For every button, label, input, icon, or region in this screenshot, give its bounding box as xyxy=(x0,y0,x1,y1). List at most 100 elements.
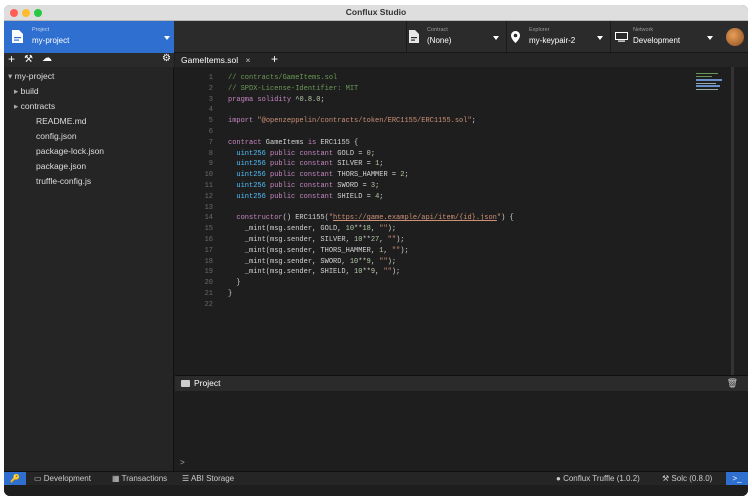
tree-item[interactable]: package.json xyxy=(36,161,86,171)
code-line: _mint(msg.sender, GOLD, 10**18, ""); xyxy=(228,225,397,234)
explorer-label: Explorer xyxy=(529,27,550,33)
network-selector[interactable]: Network Development xyxy=(610,21,718,53)
tree-item[interactable]: ▾ my-project xyxy=(8,71,54,82)
line-number: 10 xyxy=(204,171,213,180)
line-number: 20 xyxy=(204,279,213,288)
development-status[interactable]: ▭ Development xyxy=(34,474,91,483)
code-line: uint256 public constant THORS_HAMMER = 2… xyxy=(236,171,409,180)
code-line: uint256 public constant SILVER = 1; xyxy=(236,160,384,169)
terminal-panel[interactable]: > xyxy=(175,391,748,471)
tree-item-label: package.json xyxy=(36,161,87,171)
file-icon xyxy=(409,30,419,43)
user-avatar[interactable] xyxy=(726,28,744,46)
tree-item-label: contracts xyxy=(20,101,56,111)
code-line: uint256 public constant SHIELD = 4; xyxy=(236,192,384,201)
contract-label: Contract xyxy=(427,27,448,33)
status-bar: 🔑 ▭ Development ▦ Transactions ☰ ABI Sto… xyxy=(4,471,748,486)
code-line: _mint(msg.sender, SILVER, 10**27, ""); xyxy=(228,236,405,244)
cloud-icon[interactable]: ☁ xyxy=(42,53,52,64)
solc-version[interactable]: ⚒ Solc (0.8.0) xyxy=(662,474,712,483)
line-number: 3 xyxy=(208,95,213,104)
network-value: Development xyxy=(633,36,681,45)
code-line: uint256 public constant SWORD = 3; xyxy=(236,182,380,190)
line-number: 12 xyxy=(204,192,213,201)
new-tab-button[interactable]: + xyxy=(271,52,278,66)
editor-scrollbar[interactable] xyxy=(731,67,734,375)
title-bar: Conflux Studio xyxy=(4,5,748,21)
line-number: 9 xyxy=(208,160,213,169)
line-number: 16 xyxy=(204,236,213,244)
sidebar-toolbar: + ⚒ ☁ ⚙ xyxy=(4,53,174,67)
tree-item[interactable]: ▸ contracts xyxy=(14,101,55,112)
chevron-right-icon: ▸ xyxy=(14,101,21,111)
tree-item[interactable]: README.md xyxy=(36,116,87,126)
hammer-icon[interactable]: ⚒ xyxy=(24,54,33,65)
line-number: 8 xyxy=(208,149,213,158)
tree-item[interactable]: package-lock.json xyxy=(36,146,104,156)
chevron-down-icon xyxy=(493,36,499,40)
close-icon[interactable]: × xyxy=(246,55,251,65)
chevron-down-icon xyxy=(597,36,603,40)
line-number: 6 xyxy=(208,128,213,136)
monitor-icon: ▭ xyxy=(34,474,44,483)
chevron-right-icon: ▸ xyxy=(14,86,21,96)
tree-item[interactable]: truffle-config.js xyxy=(36,176,91,186)
add-file-icon[interactable]: + xyxy=(8,53,15,66)
code-line: // SPDX-License-Identifier: MIT xyxy=(228,84,359,93)
chevron-down-icon: ▾ xyxy=(8,71,15,81)
panel-title[interactable]: Project xyxy=(194,378,220,388)
explorer-selector[interactable]: Explorer my-keypair-2 xyxy=(506,21,608,53)
terminal-button[interactable]: >_ xyxy=(726,472,748,486)
location-pin-icon xyxy=(511,31,520,43)
code-line: // contracts/GameItems.sol xyxy=(228,74,338,82)
contract-value: (None) xyxy=(427,36,452,45)
truffle-version[interactable]: ● Conflux Truffle (1.0.2) xyxy=(556,474,640,483)
line-number: 4 xyxy=(208,106,213,115)
abi-storage-button[interactable]: ☰ ABI Storage xyxy=(182,474,234,483)
code-line: _mint(msg.sender, THORS_HAMMER, 1, ""); xyxy=(228,246,409,255)
folder-icon xyxy=(181,380,190,387)
line-number: 5 xyxy=(208,117,213,126)
line-number: 19 xyxy=(204,268,213,277)
network-label: Network xyxy=(633,27,654,33)
line-number: 14 xyxy=(204,214,213,223)
minimap[interactable] xyxy=(696,73,726,103)
tree-item[interactable]: config.json xyxy=(36,131,77,141)
line-number: 7 xyxy=(208,138,213,147)
line-number: 1 xyxy=(208,74,213,82)
terminal-prompt: > xyxy=(180,459,185,468)
code-line: import "@openzeppelin/contracts/token/ER… xyxy=(228,117,476,126)
transactions-button[interactable]: ▦ Transactions xyxy=(112,474,167,483)
explorer-value: my-keypair-2 xyxy=(529,36,576,45)
gear-icon[interactable]: ⚙ xyxy=(162,53,171,64)
tree-item-label: README.md xyxy=(36,116,87,126)
tab-gameitems[interactable]: GameItems.sol × xyxy=(181,55,251,65)
tree-item-label: truffle-config.js xyxy=(36,176,92,186)
project-panel-header: Project 🗑 xyxy=(175,375,748,391)
tree-item-label: build xyxy=(20,86,39,96)
code-line: } xyxy=(228,290,233,298)
chevron-down-icon xyxy=(164,36,170,40)
code-line: contract GameItems is ERC1155 { xyxy=(228,138,359,147)
project-label: Project xyxy=(32,27,50,33)
line-number: 11 xyxy=(204,182,213,190)
code-line: _mint(msg.sender, SHIELD, 10**9, ""); xyxy=(228,268,401,277)
project-selector[interactable]: Project my-project xyxy=(4,21,174,53)
tab-label: GameItems.sol xyxy=(181,55,239,65)
code-editor[interactable]: 1 // contracts/GameItems.sol 2 // SPDX-Lice… xyxy=(175,67,748,375)
code-line: uint256 public constant GOLD = 0; xyxy=(236,149,376,158)
project-icon xyxy=(12,30,23,43)
project-value: my-project xyxy=(32,36,70,45)
line-number: 2 xyxy=(208,84,213,93)
editor-tabs: GameItems.sol × + xyxy=(175,52,748,67)
trash-icon[interactable]: 🗑 xyxy=(727,378,738,389)
hammer-icon: ⚒ xyxy=(662,474,672,483)
contract-selector[interactable]: Contract (None) xyxy=(406,21,504,53)
tree-item[interactable]: ▸ build xyxy=(14,86,39,97)
app-window: Conflux Studio Project my-project Contra… xyxy=(4,5,748,496)
truffle-icon: ● xyxy=(556,474,564,483)
transactions-icon: ▦ xyxy=(112,474,122,483)
line-number: 21 xyxy=(204,290,213,298)
line-number: 13 xyxy=(204,203,213,212)
key-button[interactable]: 🔑 xyxy=(4,472,26,486)
